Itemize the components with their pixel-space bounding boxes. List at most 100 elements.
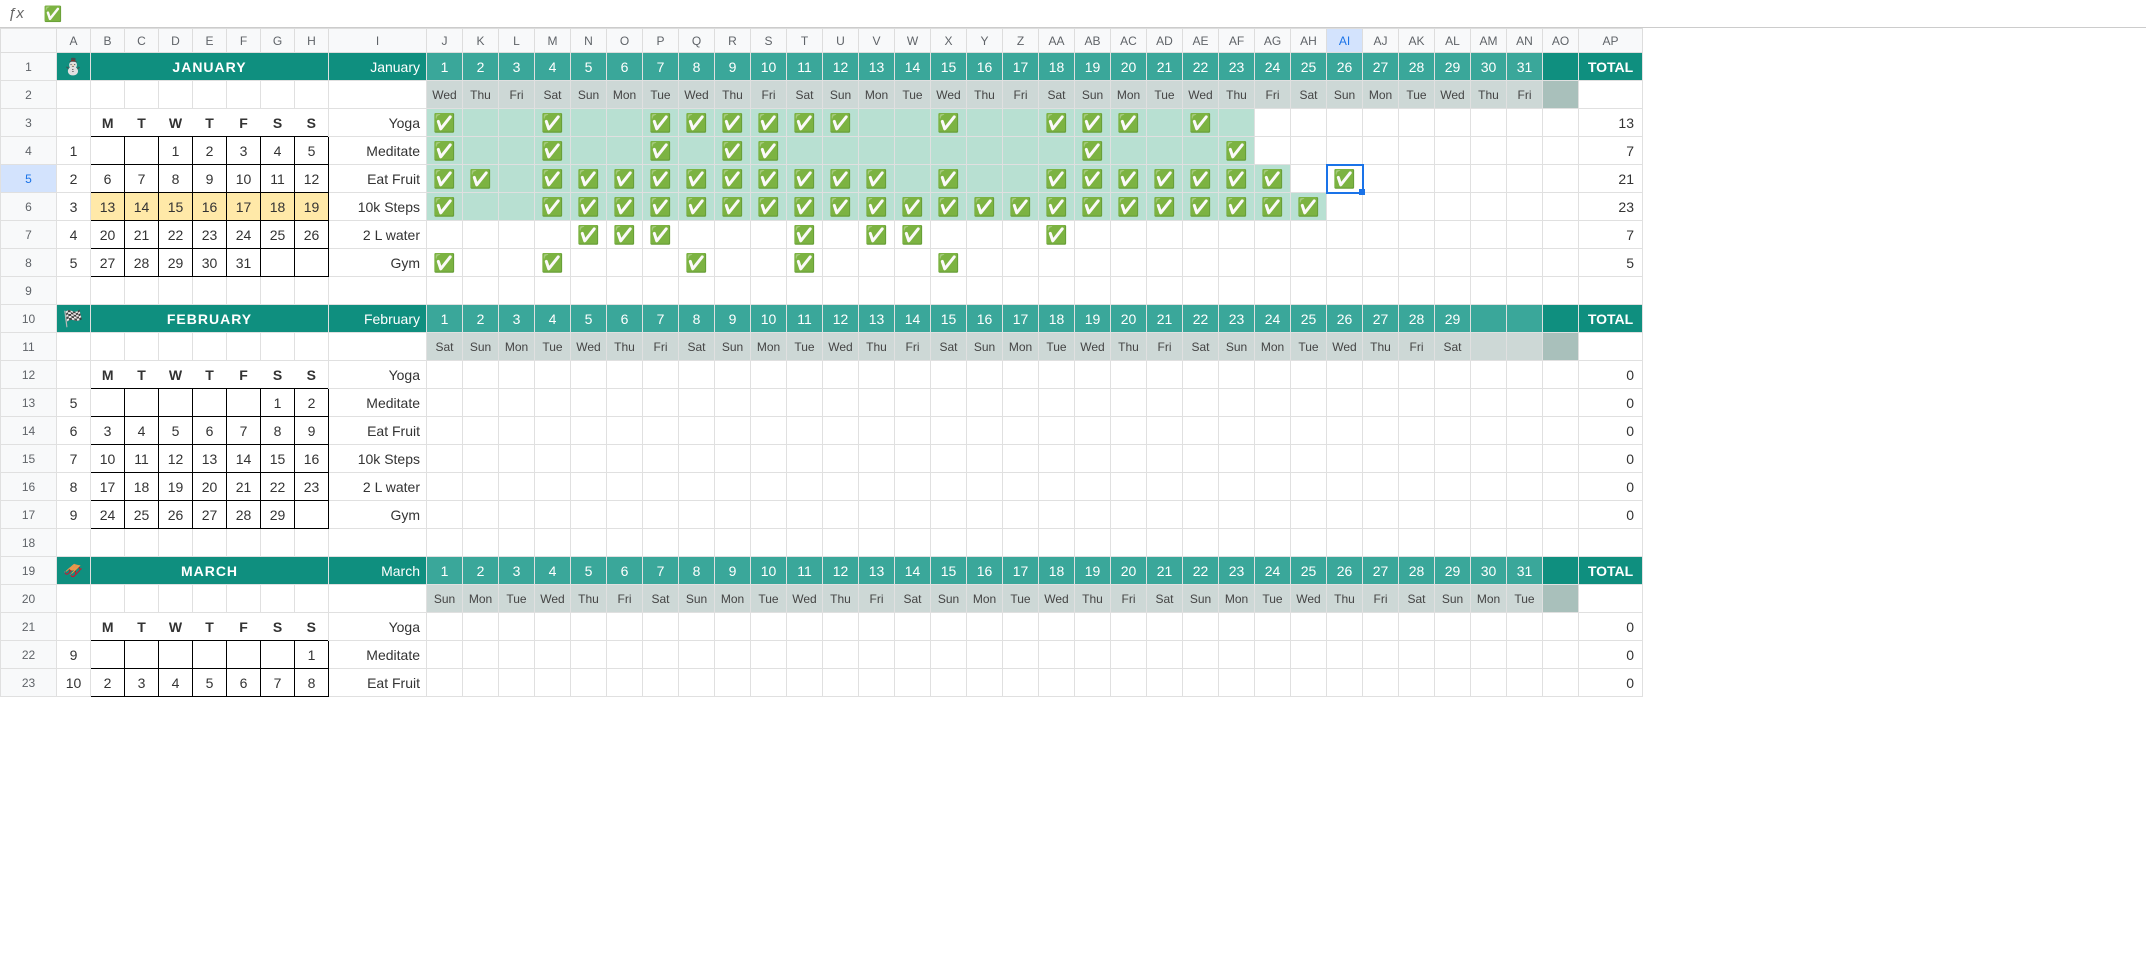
cal-day[interactable] <box>295 501 329 529</box>
track-cell[interactable] <box>1219 501 1255 529</box>
blank[interactable] <box>1543 361 1579 389</box>
cal-day[interactable]: 16 <box>295 445 329 473</box>
blank[interactable] <box>787 277 823 305</box>
track-cell[interactable]: ✅ <box>1183 109 1219 137</box>
track-cell[interactable] <box>1255 501 1291 529</box>
col-header-AG[interactable]: AG <box>1255 29 1291 53</box>
track-cell[interactable] <box>1075 221 1111 249</box>
track-cell[interactable] <box>535 445 571 473</box>
track-cell[interactable] <box>1399 389 1435 417</box>
track-cell[interactable] <box>1219 221 1255 249</box>
habit-label-1[interactable]: Meditate <box>329 389 427 417</box>
week-num[interactable]: 7 <box>57 445 91 473</box>
track-cell[interactable] <box>1399 193 1435 221</box>
day-num-2[interactable]: 2 <box>463 557 499 585</box>
blank[interactable] <box>1327 277 1363 305</box>
track-cell[interactable] <box>1147 249 1183 277</box>
blank[interactable] <box>125 585 159 613</box>
track-cell[interactable] <box>535 221 571 249</box>
track-cell[interactable] <box>607 361 643 389</box>
habit-label-4[interactable]: 2 L water <box>329 473 427 501</box>
track-cell[interactable] <box>1147 109 1183 137</box>
track-cell[interactable]: ✅ <box>859 221 895 249</box>
cal-day[interactable]: 14 <box>227 445 261 473</box>
track-cell[interactable] <box>1399 249 1435 277</box>
track-cell[interactable] <box>499 109 535 137</box>
track-cell[interactable] <box>499 165 535 193</box>
track-cell[interactable] <box>931 417 967 445</box>
track-cell[interactable]: ✅ <box>931 165 967 193</box>
track-cell[interactable] <box>1183 137 1219 165</box>
track-cell[interactable] <box>607 109 643 137</box>
track-cell[interactable] <box>823 669 859 697</box>
track-cell[interactable]: ✅ <box>1075 193 1111 221</box>
track-cell[interactable] <box>1147 613 1183 641</box>
blank[interactable] <box>1471 277 1507 305</box>
blank[interactable] <box>1543 109 1579 137</box>
day-num-19[interactable]: 19 <box>1075 305 1111 333</box>
month-name[interactable]: FEBRUARY <box>91 305 329 333</box>
track-cell[interactable] <box>427 473 463 501</box>
track-cell[interactable]: ✅ <box>1111 165 1147 193</box>
dow-6[interactable]: Mon <box>607 81 643 109</box>
dow-23[interactable]: Mon <box>1219 585 1255 613</box>
cal-dow-hdr[interactable]: T <box>193 613 227 641</box>
track-cell[interactable] <box>679 613 715 641</box>
track-cell[interactable] <box>679 669 715 697</box>
track-cell[interactable] <box>1327 641 1363 669</box>
col-header-B[interactable]: B <box>91 29 125 53</box>
track-cell[interactable] <box>679 417 715 445</box>
track-cell[interactable] <box>859 501 895 529</box>
day-num-8[interactable]: 8 <box>679 53 715 81</box>
cal-day[interactable]: 2 <box>193 137 227 165</box>
dow-19[interactable]: Sun <box>1075 81 1111 109</box>
cal-day[interactable] <box>227 389 261 417</box>
track-cell[interactable]: ✅ <box>823 165 859 193</box>
blank[interactable] <box>91 529 125 557</box>
track-cell[interactable] <box>1255 473 1291 501</box>
track-cell[interactable] <box>679 641 715 669</box>
track-cell[interactable] <box>1399 473 1435 501</box>
track-cell[interactable] <box>1075 361 1111 389</box>
dow-30[interactable]: Thu <box>1471 81 1507 109</box>
dow-7[interactable]: Fri <box>643 333 679 361</box>
blank[interactable] <box>1543 473 1579 501</box>
cal-day[interactable]: 16 <box>193 193 227 221</box>
track-cell[interactable] <box>1255 445 1291 473</box>
col-header-AP[interactable]: AP <box>1579 29 1643 53</box>
track-cell[interactable] <box>1219 669 1255 697</box>
track-cell[interactable] <box>1363 669 1399 697</box>
track-cell[interactable] <box>1363 193 1399 221</box>
row-header-19[interactable]: 19 <box>1 557 57 585</box>
row-header-12[interactable]: 12 <box>1 361 57 389</box>
cal-day[interactable]: 1 <box>261 389 295 417</box>
cal-day[interactable]: 1 <box>295 641 329 669</box>
cal-day[interactable] <box>193 389 227 417</box>
blank[interactable] <box>125 81 159 109</box>
habit-total[interactable]: 23 <box>1579 193 1643 221</box>
blank[interactable] <box>967 529 1003 557</box>
blank[interactable] <box>931 529 967 557</box>
track-cell[interactable] <box>1147 221 1183 249</box>
track-cell[interactable] <box>1471 249 1507 277</box>
week-num[interactable]: 8 <box>57 473 91 501</box>
col-header-P[interactable]: P <box>643 29 679 53</box>
day-num-26[interactable]: 26 <box>1327 53 1363 81</box>
track-cell[interactable] <box>1075 389 1111 417</box>
cal-day[interactable]: 26 <box>159 501 193 529</box>
track-cell[interactable] <box>1183 417 1219 445</box>
track-cell[interactable] <box>1399 641 1435 669</box>
track-cell[interactable] <box>751 501 787 529</box>
formula-bar[interactable]: ƒx ✅ <box>0 0 2146 28</box>
track-cell[interactable] <box>1255 641 1291 669</box>
cal-day[interactable]: 10 <box>91 445 125 473</box>
track-cell[interactable] <box>751 361 787 389</box>
blank[interactable] <box>193 333 227 361</box>
track-cell[interactable] <box>1507 613 1543 641</box>
track-cell[interactable] <box>751 613 787 641</box>
dow-16[interactable]: Sun <box>967 333 1003 361</box>
cal-day[interactable]: 9 <box>295 417 329 445</box>
track-cell[interactable] <box>787 669 823 697</box>
cal-day[interactable] <box>295 249 329 277</box>
track-cell[interactable] <box>967 473 1003 501</box>
